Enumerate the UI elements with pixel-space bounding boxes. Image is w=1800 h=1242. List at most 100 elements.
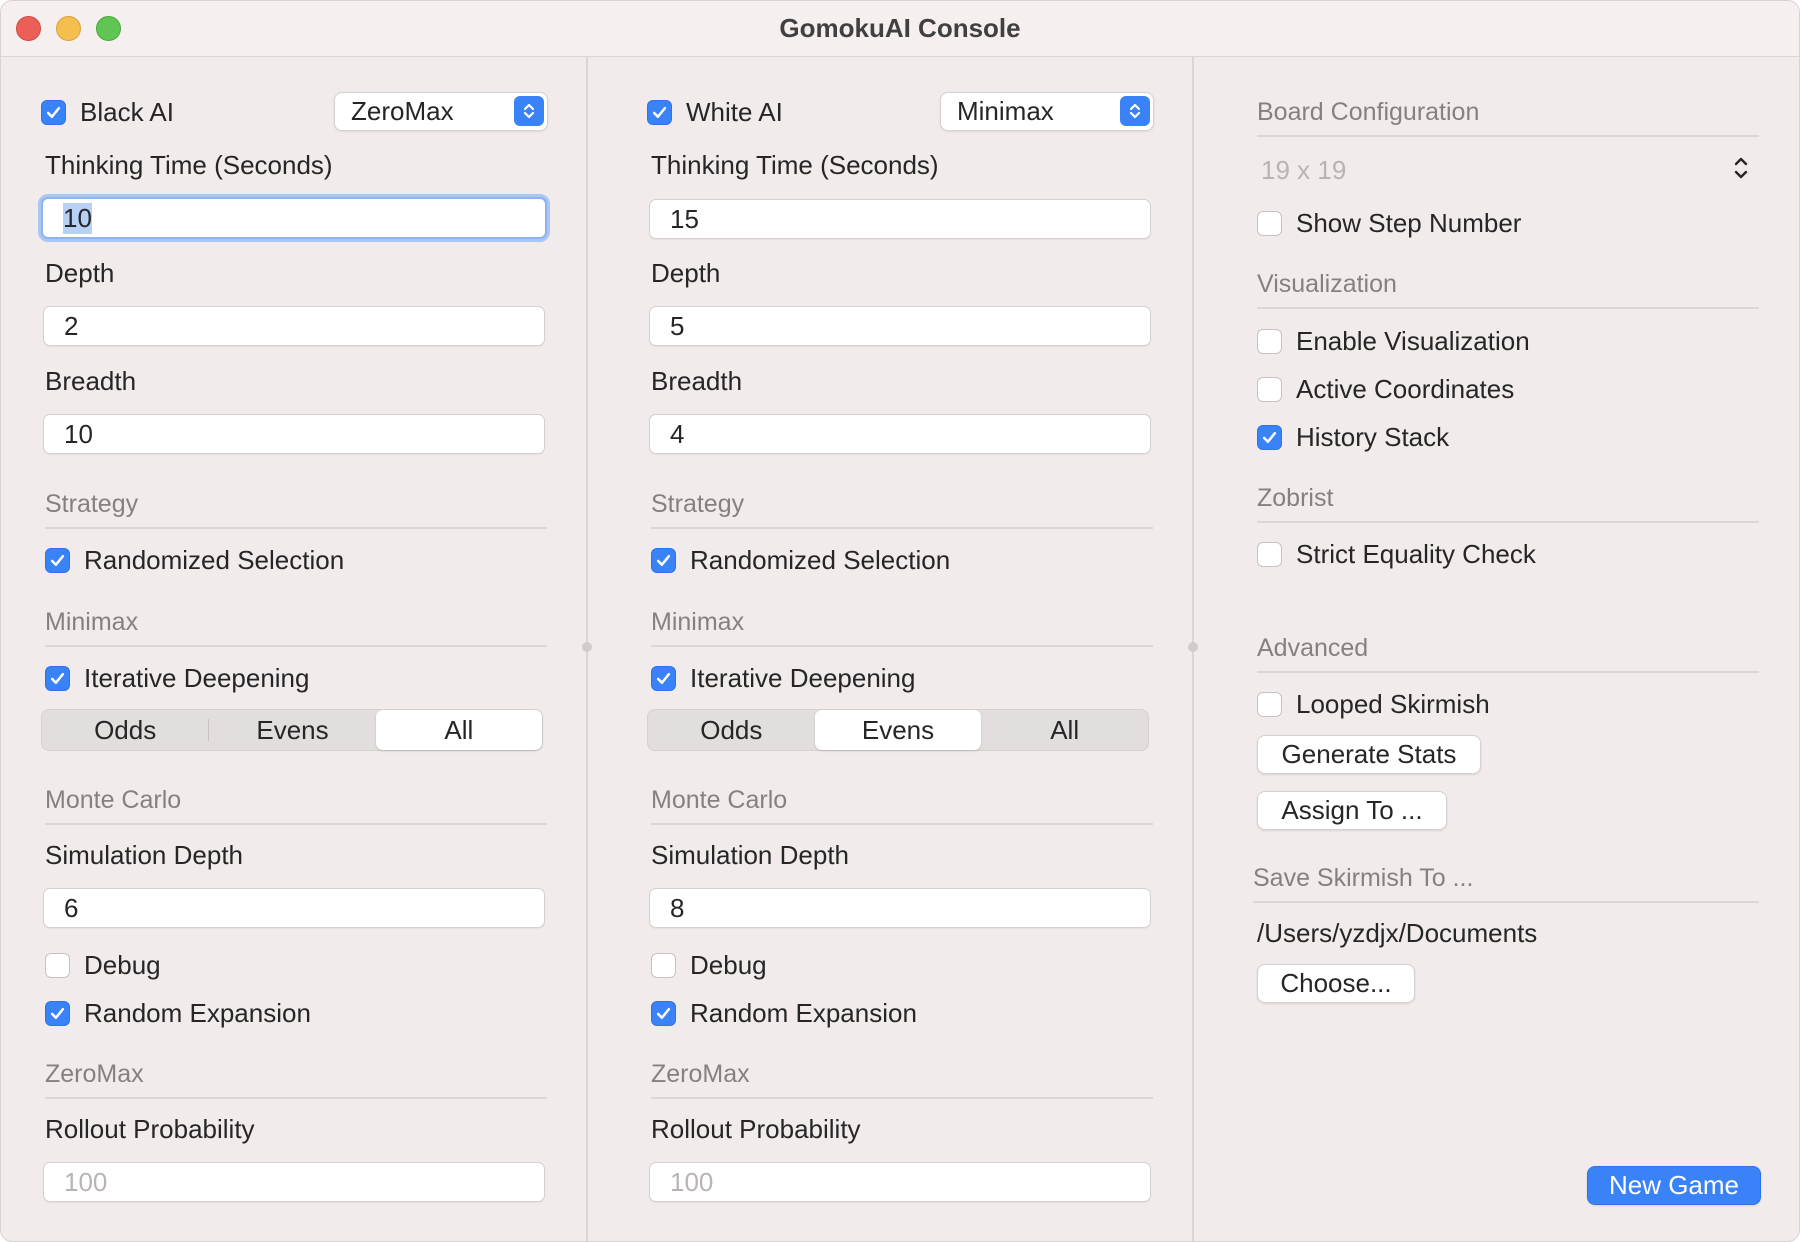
- segment-all[interactable]: All: [375, 710, 542, 750]
- depth-label: Depth: [651, 258, 721, 288]
- chevron-up-down-icon: [1734, 157, 1748, 179]
- generate-stats-button[interactable]: Generate Stats: [1257, 735, 1481, 774]
- enable-visualization-label: Enable Visualization: [1296, 326, 1530, 356]
- random-expansion-checkbox[interactable]: Random Expansion: [45, 998, 311, 1029]
- randomized-selection-checkbox[interactable]: Randomized Selection: [45, 545, 344, 576]
- black-ai-checkbox[interactable]: Black AI: [41, 97, 174, 128]
- checkbox-checked-icon: [45, 1001, 70, 1026]
- thinking-time-label: Thinking Time (Seconds): [651, 150, 939, 180]
- iterative-deepening-checkbox[interactable]: Iterative Deepening: [45, 663, 309, 694]
- debug-checkbox[interactable]: Debug: [651, 950, 767, 981]
- white-ai-checkbox[interactable]: White AI: [647, 97, 783, 128]
- breadth-value: 10: [64, 418, 93, 449]
- looped-skirmish-checkbox[interactable]: Looped Skirmish: [1257, 689, 1490, 720]
- active-coordinates-label: Active Coordinates: [1296, 374, 1515, 404]
- checkbox-unchecked-icon: [45, 953, 70, 978]
- segment-evens[interactable]: Evens: [814, 710, 982, 750]
- segment-evens[interactable]: Evens: [209, 710, 375, 750]
- strategy-section-header: Strategy: [651, 490, 1153, 529]
- rollout-probability-placeholder: 100: [670, 1166, 714, 1197]
- settings-panel: Board Configuration 19 x 19 Show Step Nu…: [1213, 57, 1799, 1241]
- simulation-depth-field[interactable]: 8: [649, 888, 1151, 928]
- randomized-selection-label: Randomized Selection: [690, 545, 951, 575]
- checkbox-checked-icon: [651, 548, 676, 573]
- active-coordinates-checkbox[interactable]: Active Coordinates: [1257, 374, 1514, 405]
- checkbox-unchecked-icon: [1257, 692, 1282, 717]
- popup-arrows-icon: [1120, 96, 1150, 126]
- white-ai-panel: White AI Minimax Thinking Time (Seconds)…: [607, 57, 1192, 1241]
- breadth-field[interactable]: 10: [43, 414, 545, 454]
- board-size-popup[interactable]: 19 x 19: [1261, 153, 1751, 187]
- white-algorithm-popup[interactable]: Minimax: [940, 92, 1154, 131]
- save-skirmish-section-header: Save Skirmish To ...: [1253, 864, 1759, 903]
- checkbox-unchecked-icon: [1257, 377, 1282, 402]
- iterative-deepening-checkbox[interactable]: Iterative Deepening: [651, 663, 915, 694]
- visualization-section-header: Visualization: [1257, 270, 1759, 309]
- random-expansion-checkbox[interactable]: Random Expansion: [651, 998, 917, 1029]
- simulation-depth-label: Simulation Depth: [45, 840, 243, 870]
- depth-label: Depth: [45, 258, 115, 288]
- segment-odds[interactable]: Odds: [42, 710, 208, 750]
- checkbox-checked-icon: [45, 548, 70, 573]
- new-game-button[interactable]: New Game: [1587, 1166, 1761, 1205]
- board-configuration-section-header: Board Configuration: [1257, 98, 1759, 137]
- assign-to-button[interactable]: Assign To ...: [1257, 791, 1447, 830]
- save-path-text: /Users/yzdjx/Documents: [1257, 918, 1538, 948]
- black-algorithm-value: ZeroMax: [351, 96, 454, 126]
- history-stack-label: History Stack: [1296, 422, 1450, 452]
- parity-segmented-control: Odds Evens All: [647, 709, 1149, 751]
- simulation-depth-label: Simulation Depth: [651, 840, 849, 870]
- thinking-time-label: Thinking Time (Seconds): [45, 150, 333, 180]
- advanced-section-header: Advanced: [1257, 634, 1759, 673]
- zeromax-section-header: ZeroMax: [45, 1060, 547, 1099]
- history-stack-checkbox[interactable]: History Stack: [1257, 422, 1449, 453]
- depth-field[interactable]: 2: [43, 306, 545, 346]
- checkbox-checked-icon: [1257, 425, 1282, 450]
- black-ai-label: Black AI: [80, 97, 174, 127]
- checkbox-checked-icon: [651, 666, 676, 691]
- show-step-number-label: Show Step Number: [1296, 208, 1522, 238]
- popup-arrows-icon: [514, 96, 544, 126]
- breadth-label: Breadth: [45, 366, 137, 396]
- rollout-probability-field[interactable]: 100: [43, 1162, 545, 1202]
- black-ai-panel: Black AI ZeroMax Thinking Time (Seconds)…: [1, 57, 586, 1241]
- segment-all[interactable]: All: [981, 710, 1148, 750]
- strategy-section-header: Strategy: [45, 490, 547, 529]
- white-ai-label: White AI: [686, 97, 783, 127]
- zeromax-section-header: ZeroMax: [651, 1060, 1153, 1099]
- column-divider-left[interactable]: [582, 57, 592, 1241]
- randomized-selection-checkbox[interactable]: Randomized Selection: [651, 545, 950, 576]
- debug-checkbox[interactable]: Debug: [45, 950, 161, 981]
- thinking-time-field[interactable]: 10: [41, 197, 547, 239]
- main-window: GomokuAI Console Black AI ZeroMax Thinki…: [0, 0, 1800, 1242]
- simulation-depth-value: 6: [64, 892, 79, 923]
- thinking-time-value: 10: [63, 202, 92, 234]
- debug-label: Debug: [690, 950, 767, 980]
- rollout-probability-label: Rollout Probability: [651, 1114, 861, 1144]
- segment-odds[interactable]: Odds: [648, 710, 815, 750]
- strict-equality-checkbox[interactable]: Strict Equality Check: [1257, 539, 1536, 570]
- depth-field[interactable]: 5: [649, 306, 1151, 346]
- choose-folder-button[interactable]: Choose...: [1257, 964, 1415, 1003]
- depth-value: 5: [670, 310, 685, 341]
- checkbox-checked-icon: [41, 100, 66, 125]
- debug-label: Debug: [84, 950, 161, 980]
- column-divider-right[interactable]: [1188, 57, 1198, 1241]
- minimax-section-header: Minimax: [651, 608, 1153, 647]
- checkbox-unchecked-icon: [1257, 211, 1282, 236]
- minimax-section-header: Minimax: [45, 608, 547, 647]
- checkbox-unchecked-icon: [651, 953, 676, 978]
- black-algorithm-popup[interactable]: ZeroMax: [334, 92, 548, 131]
- window-title: GomokuAI Console: [779, 13, 1021, 43]
- simulation-depth-value: 8: [670, 892, 685, 923]
- looped-skirmish-label: Looped Skirmish: [1296, 689, 1490, 719]
- show-step-number-checkbox[interactable]: Show Step Number: [1257, 208, 1521, 239]
- simulation-depth-field[interactable]: 6: [43, 888, 545, 928]
- monte-carlo-section-header: Monte Carlo: [651, 786, 1153, 825]
- rollout-probability-field[interactable]: 100: [649, 1162, 1151, 1202]
- enable-visualization-checkbox[interactable]: Enable Visualization: [1257, 326, 1530, 357]
- breadth-field[interactable]: 4: [649, 414, 1151, 454]
- thinking-time-field[interactable]: 15: [649, 199, 1151, 239]
- rollout-probability-placeholder: 100: [64, 1166, 108, 1197]
- breadth-label: Breadth: [651, 366, 743, 396]
